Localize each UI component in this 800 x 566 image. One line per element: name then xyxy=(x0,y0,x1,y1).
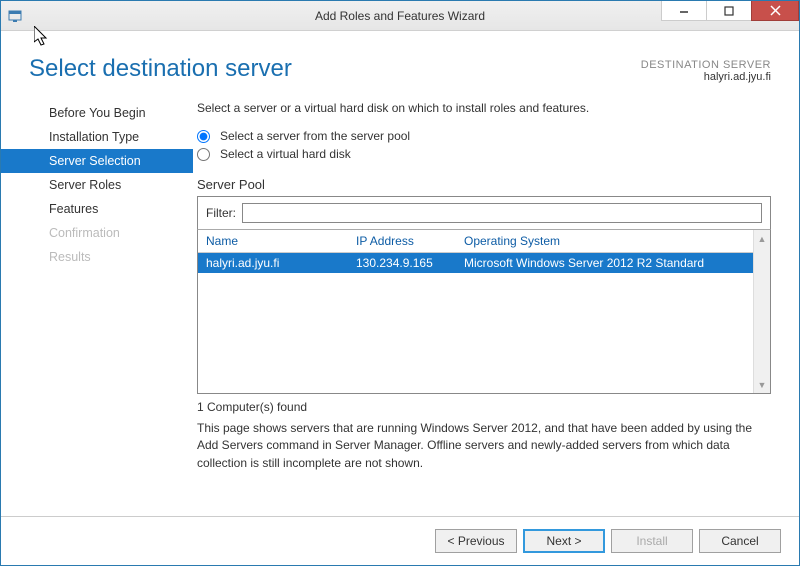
destination-label: DESTINATION SERVER xyxy=(641,59,771,71)
filter-box: Filter: xyxy=(197,196,771,230)
wizard-content: Select a server or a virtual hard disk o… xyxy=(193,101,799,516)
page-title: Select destination server xyxy=(29,55,292,83)
window-controls xyxy=(662,1,799,21)
sidebar-item-server-roles[interactable]: Server Roles xyxy=(1,173,193,197)
destination-block: DESTINATION SERVER halyri.ad.jyu.fi xyxy=(641,55,771,83)
cancel-button[interactable]: Cancel xyxy=(699,529,781,553)
hint-text: This page shows servers that are running… xyxy=(197,420,771,472)
scroll-up-icon[interactable]: ▲ xyxy=(754,230,770,247)
instruction-text: Select a server or a virtual hard disk o… xyxy=(197,101,771,115)
radio-server-pool-input[interactable] xyxy=(197,130,210,143)
sidebar-item-results: Results xyxy=(1,245,193,269)
scroll-down-icon[interactable]: ▼ xyxy=(754,376,770,393)
sidebar-item-before-you-begin[interactable]: Before You Begin xyxy=(1,101,193,125)
column-name[interactable]: Name xyxy=(198,230,348,252)
install-button: Install xyxy=(611,529,693,553)
table-row[interactable]: halyri.ad.jyu.fi 130.234.9.165 Microsoft… xyxy=(198,253,770,273)
wizard-window: Add Roles and Features Wizard Select des… xyxy=(0,0,800,566)
wizard-footer: < Previous Next > Install Cancel xyxy=(1,516,799,565)
maximize-button[interactable] xyxy=(706,1,752,21)
computers-found-text: 1 Computer(s) found xyxy=(197,400,771,414)
wizard-body: Before You Begin Installation Type Serve… xyxy=(1,101,799,516)
radio-vhd-label: Select a virtual hard disk xyxy=(220,147,351,161)
close-button[interactable] xyxy=(751,1,799,21)
titlebar: Add Roles and Features Wizard xyxy=(1,1,799,31)
table-header: Name IP Address Operating System xyxy=(198,230,770,253)
app-icon xyxy=(7,8,23,24)
minimize-button[interactable] xyxy=(661,1,707,21)
wizard-sidebar: Before You Begin Installation Type Serve… xyxy=(1,101,193,516)
server-table: Name IP Address Operating System halyri.… xyxy=(197,230,771,394)
wizard-header: Select destination server DESTINATION SE… xyxy=(1,31,799,101)
cell-os: Microsoft Windows Server 2012 R2 Standar… xyxy=(456,253,770,273)
sidebar-item-server-selection[interactable]: Server Selection xyxy=(1,149,193,173)
previous-button[interactable]: < Previous xyxy=(435,529,517,553)
cell-ip: 130.234.9.165 xyxy=(348,253,456,273)
sidebar-item-installation-type[interactable]: Installation Type xyxy=(1,125,193,149)
radio-vhd-input[interactable] xyxy=(197,148,210,161)
sidebar-item-confirmation: Confirmation xyxy=(1,221,193,245)
column-ip[interactable]: IP Address xyxy=(348,230,456,252)
sidebar-item-features[interactable]: Features xyxy=(1,197,193,221)
next-button[interactable]: Next > xyxy=(523,529,605,553)
server-pool-label: Server Pool xyxy=(197,177,771,192)
radio-virtual-hard-disk[interactable]: Select a virtual hard disk xyxy=(197,147,771,161)
radio-server-pool[interactable]: Select a server from the server pool xyxy=(197,129,771,143)
table-scrollbar[interactable]: ▲ ▼ xyxy=(753,230,770,393)
filter-label: Filter: xyxy=(206,206,236,220)
filter-input[interactable] xyxy=(242,203,762,223)
destination-server: halyri.ad.jyu.fi xyxy=(641,71,771,83)
cell-name: halyri.ad.jyu.fi xyxy=(198,253,348,273)
radio-server-pool-label: Select a server from the server pool xyxy=(220,129,410,143)
column-os[interactable]: Operating System xyxy=(456,230,770,252)
